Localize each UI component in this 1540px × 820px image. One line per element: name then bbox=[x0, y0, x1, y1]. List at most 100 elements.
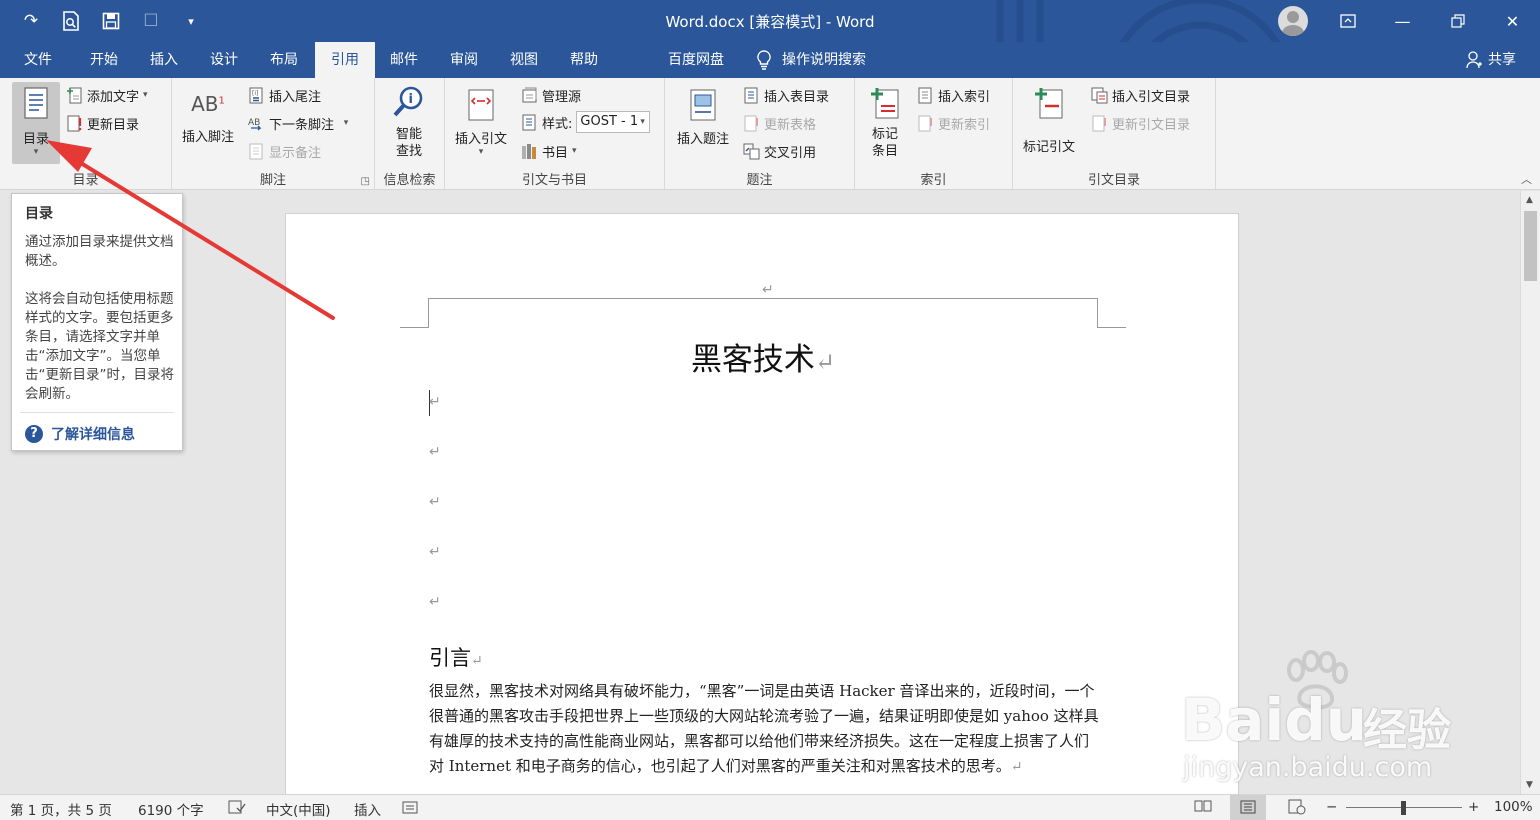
tab-design[interactable]: 设计 bbox=[200, 42, 248, 78]
citation-style-select[interactable]: 样式: GOST - 1 ▾ bbox=[521, 111, 651, 133]
manage-sources-label: 管理源 bbox=[542, 89, 582, 105]
title-paragraph-mark: ↵ bbox=[814, 348, 836, 376]
document-page[interactable]: ↵ 黑客技术↵ ↵ ↵ ↵ ↵ ↵ 引言↵ 很显然，黑客技术对网络具有破坏能力，… bbox=[285, 213, 1239, 794]
insert-citation-icon bbox=[468, 89, 494, 121]
cross-reference-icon bbox=[743, 143, 760, 159]
learn-more-link[interactable]: ? 了解详细信息 bbox=[25, 424, 135, 444]
group-toc-label: 目录 bbox=[72, 173, 99, 188]
share-button[interactable]: 共享 bbox=[1466, 42, 1516, 78]
zoom-slider-thumb[interactable] bbox=[1401, 801, 1406, 815]
collapse-ribbon-icon[interactable]: ︿ bbox=[1521, 171, 1532, 187]
manage-sources-button[interactable]: 管理源 bbox=[521, 84, 581, 106]
insert-table-of-figures-label: 插入表目录 bbox=[764, 89, 830, 105]
body-text: 很显然，黑客技术对网络具有破坏能力，“黑客”一词是由英语 Hacker 音译出来… bbox=[429, 682, 1099, 775]
read-mode-icon[interactable] bbox=[1194, 799, 1212, 817]
web-layout-icon[interactable] bbox=[1288, 799, 1306, 819]
update-index-icon bbox=[918, 115, 932, 131]
proofing-icon[interactable] bbox=[228, 799, 246, 819]
tab-file[interactable]: 文件 bbox=[14, 42, 62, 78]
ribbon-display-options-icon[interactable] bbox=[1320, 0, 1375, 42]
document-title-text: 黑客技术 bbox=[690, 342, 815, 378]
update-table-disabled-icon bbox=[744, 115, 758, 131]
group-authorities: 标记引文 插入引文目录 更新引文目录 引文目录 bbox=[1013, 78, 1216, 190]
header-corner-left bbox=[428, 298, 429, 328]
tab-home[interactable]: 开始 bbox=[80, 42, 128, 78]
add-text-button[interactable]: 添加文字 ▾ bbox=[66, 84, 148, 106]
tab-view[interactable]: 视图 bbox=[500, 42, 548, 78]
mark-entry-button[interactable]: 标记 条目 bbox=[867, 84, 903, 160]
cross-reference-button[interactable]: 交叉引用 bbox=[743, 140, 816, 162]
restore-icon[interactable] bbox=[1430, 0, 1485, 42]
insert-table-of-figures-button[interactable]: 插入表目录 bbox=[743, 84, 829, 106]
mark-entry-icon bbox=[871, 88, 899, 119]
tab-layout[interactable]: 布局 bbox=[260, 42, 308, 78]
show-notes-button[interactable]: 显示备注 bbox=[248, 140, 321, 162]
smart-lookup-label-1: 智能 bbox=[395, 127, 422, 142]
tab-review[interactable]: 审阅 bbox=[440, 42, 488, 78]
insert-caption-button[interactable]: 插入题注 bbox=[677, 86, 729, 147]
update-table-button[interactable]: 更新表格 bbox=[743, 112, 816, 134]
section-heading-text: 引言 bbox=[429, 646, 471, 670]
word-count[interactable]: 6190 个字 bbox=[138, 799, 204, 819]
section-heading[interactable]: 引言↵ bbox=[429, 642, 483, 672]
update-toc-button[interactable]: 更新目录 bbox=[66, 112, 139, 134]
update-index-button[interactable]: 更新索引 bbox=[917, 112, 990, 134]
learn-more-label: 了解详细信息 bbox=[51, 427, 135, 443]
body-paragraph[interactable]: 很显然，黑客技术对网络具有破坏能力，“黑客”一词是由英语 Hacker 音译出来… bbox=[429, 679, 1099, 780]
insert-toa-button[interactable]: 插入引文目录 bbox=[1091, 84, 1190, 106]
table-of-figures-icon bbox=[744, 87, 758, 103]
page-count[interactable]: 第 1 页，共 5 页 bbox=[10, 799, 112, 819]
vertical-scrollbar[interactable]: ▲ ▼ bbox=[1520, 191, 1540, 794]
document-canvas: ↵ 黑客技术↵ ↵ ↵ ↵ ↵ ↵ 引言↵ 很显然，黑客技术对网络具有破坏能力，… bbox=[0, 191, 1520, 794]
zoom-out-button[interactable]: − bbox=[1326, 799, 1337, 815]
tab-insert[interactable]: 插入 bbox=[140, 42, 188, 78]
insert-citation-button[interactable]: 插入引文 ▾ bbox=[455, 86, 507, 157]
zoom-level[interactable]: 100% bbox=[1494, 799, 1533, 815]
window-controls: — ✕ bbox=[1320, 0, 1540, 42]
close-icon[interactable]: ✕ bbox=[1485, 0, 1540, 42]
tab-help[interactable]: 帮助 bbox=[560, 42, 608, 78]
next-footnote-label: 下一条脚注 bbox=[269, 117, 335, 133]
update-index-label: 更新索引 bbox=[938, 117, 991, 133]
zoom-in-button[interactable]: + bbox=[1468, 799, 1479, 815]
macro-recording-icon[interactable] bbox=[402, 799, 418, 819]
insert-mode[interactable]: 插入 bbox=[354, 799, 381, 819]
header-corner-right bbox=[1097, 298, 1098, 328]
minimize-icon[interactable]: — bbox=[1375, 0, 1430, 42]
mark-citation-button[interactable]: 标记引文 bbox=[1023, 84, 1075, 155]
tooltip-divider bbox=[20, 412, 174, 413]
manage-sources-icon bbox=[522, 87, 537, 102]
style-value[interactable]: GOST - 1 bbox=[576, 111, 651, 133]
print-layout-icon[interactable] bbox=[1230, 795, 1266, 820]
insert-endnote-button[interactable]: [i] 插入尾注 bbox=[248, 84, 321, 106]
tab-baidu-netdisk[interactable]: 百度网盘 bbox=[660, 42, 732, 78]
insert-citation-dropdown-icon: ▾ bbox=[478, 147, 484, 157]
toc-tooltip: 目录 通过添加目录来提供文档概述。 这将会自动包括使用标题样式的文字。要包括更多… bbox=[11, 193, 183, 451]
language-indicator[interactable]: 中文(中国) bbox=[266, 799, 331, 819]
group-authorities-label: 引文目录 bbox=[1087, 173, 1140, 188]
tell-me-search[interactable]: 操作说明搜索 bbox=[756, 42, 882, 78]
tab-references[interactable]: 引用 bbox=[315, 42, 375, 78]
style-dropdown-icon[interactable]: ▾ bbox=[640, 117, 645, 127]
toc-button[interactable]: 目录 ▾ bbox=[12, 82, 60, 164]
group-citations: 插入引文 ▾ 管理源 样式: GOST - 1 ▾ 书目 ▾ 引文与书目 bbox=[445, 78, 665, 190]
group-index-label: 索引 bbox=[920, 173, 947, 188]
insert-index-button[interactable]: 插入索引 bbox=[917, 84, 990, 106]
update-toa-button[interactable]: 更新引文目录 bbox=[1091, 112, 1190, 134]
document-title[interactable]: 黑客技术↵ bbox=[286, 334, 1240, 379]
bibliography-dropdown-icon: ▾ bbox=[572, 146, 577, 156]
smart-lookup-button[interactable]: i 智能 查找 bbox=[391, 84, 427, 160]
scroll-down-icon[interactable]: ▼ bbox=[1526, 780, 1533, 790]
group-research-label: 信息检索 bbox=[383, 173, 436, 188]
tab-mailings[interactable]: 邮件 bbox=[380, 42, 428, 78]
group-index: 标记 条目 插入索引 更新索引 索引 bbox=[855, 78, 1013, 190]
scroll-thumb[interactable] bbox=[1524, 211, 1537, 281]
update-toc-label: 更新目录 bbox=[87, 117, 140, 133]
tooltip-title: 目录 bbox=[25, 206, 53, 222]
scroll-up-icon[interactable]: ▲ bbox=[1526, 195, 1533, 205]
insert-index-label: 插入索引 bbox=[938, 89, 991, 105]
insert-footnote-button[interactable]: AB1 插入脚注 bbox=[182, 92, 234, 145]
next-footnote-button[interactable]: AB 下一条脚注 ▾ bbox=[248, 112, 348, 134]
bibliography-button[interactable]: 书目 ▾ bbox=[521, 140, 577, 162]
footnote-dialog-launcher-icon[interactable]: ◳ bbox=[361, 176, 370, 187]
